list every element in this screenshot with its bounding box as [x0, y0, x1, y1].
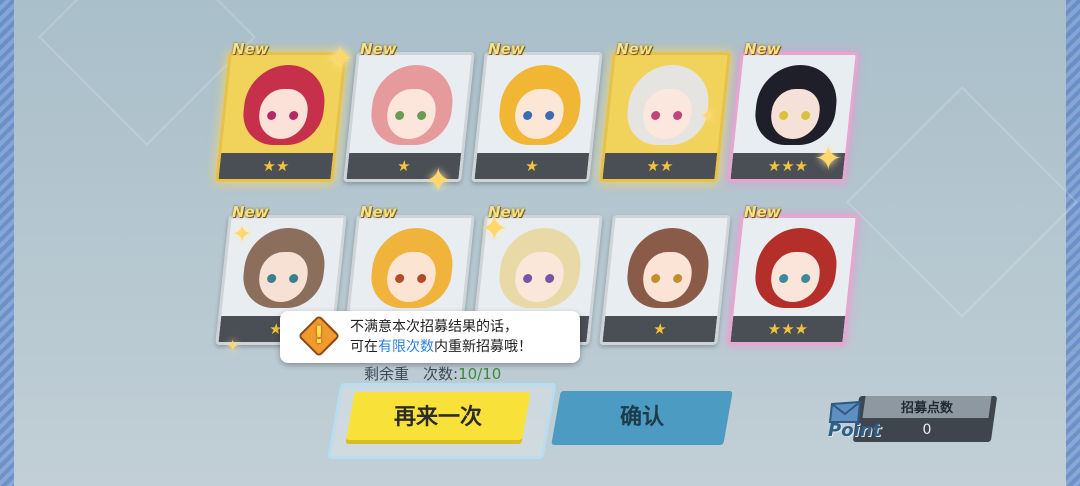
character-portrait — [605, 218, 728, 318]
background-diamond — [846, 86, 1078, 318]
star-rating: ★★★ — [730, 316, 846, 342]
card-frame: ★ — [471, 52, 603, 182]
point-logo-text: Point — [828, 420, 882, 441]
new-badge: New — [360, 40, 397, 58]
new-badge: New — [488, 40, 525, 58]
tooltip-line-2: 可在有限次数内重新招募哦！ — [350, 339, 532, 355]
star-rating: ★★ — [218, 153, 334, 179]
character-portrait — [477, 55, 600, 155]
star-rating: ★ — [602, 316, 718, 342]
character-portrait — [349, 55, 472, 155]
character-card[interactable]: ★★ New — [215, 40, 347, 182]
recruit-points-value: 0 — [922, 422, 932, 438]
right-border-stripe — [1066, 0, 1080, 486]
left-border-stripe — [0, 0, 14, 486]
card-frame: ★★★ — [727, 215, 859, 345]
new-badge: New — [232, 40, 269, 58]
sparkle-icon: ✦ — [700, 106, 716, 127]
warning-icon: ! — [297, 314, 341, 358]
sparkle-icon: ✦ — [326, 39, 355, 79]
sparkle-icon: ✦ — [226, 336, 240, 355]
confirm-button-label[interactable]: 确认 — [556, 391, 728, 445]
tooltip-line-1: 不满意本次招募结果的话， — [350, 319, 518, 335]
remaining-count: 10/10 — [458, 365, 502, 383]
tooltip-text: 不满意本次招募结果的话， 可在有限次数内重新招募哦！ — [350, 317, 532, 357]
recruit-points-title: 招募点数 — [900, 401, 953, 416]
sparkle-icon: ✦ — [814, 139, 843, 179]
reroll-hint-tooltip: ! 不满意本次招募结果的话， 可在有限次数内重新招募哦！ — [280, 311, 580, 363]
sparkle-icon: ✦ — [424, 161, 453, 201]
star-rating: ★ — [474, 153, 590, 179]
remaining-rerolls: 剩余重 次数:10/10 — [364, 365, 502, 383]
character-card[interactable]: ★ — [599, 215, 731, 345]
character-portrait — [349, 218, 472, 318]
new-badge: New — [744, 40, 781, 58]
new-badge: New — [616, 40, 653, 58]
tooltip-highlight: 有限次数 — [378, 339, 434, 355]
character-portrait — [733, 218, 856, 318]
sparkle-icon: ✦ — [232, 220, 253, 248]
reroll-button-label[interactable]: 再来一次 — [350, 392, 526, 444]
new-badge: New — [232, 203, 269, 221]
character-card[interactable]: ★ New — [471, 40, 603, 182]
character-card[interactable]: ★★★ New — [727, 203, 859, 345]
new-badge: New — [744, 203, 781, 221]
card-frame: ★ — [343, 52, 475, 182]
sparkle-icon: ✦ — [480, 209, 509, 249]
character-portrait — [605, 55, 728, 155]
card-frame: ★ — [599, 215, 731, 345]
new-badge: New — [360, 203, 397, 221]
star-rating: ★★ — [602, 153, 718, 179]
